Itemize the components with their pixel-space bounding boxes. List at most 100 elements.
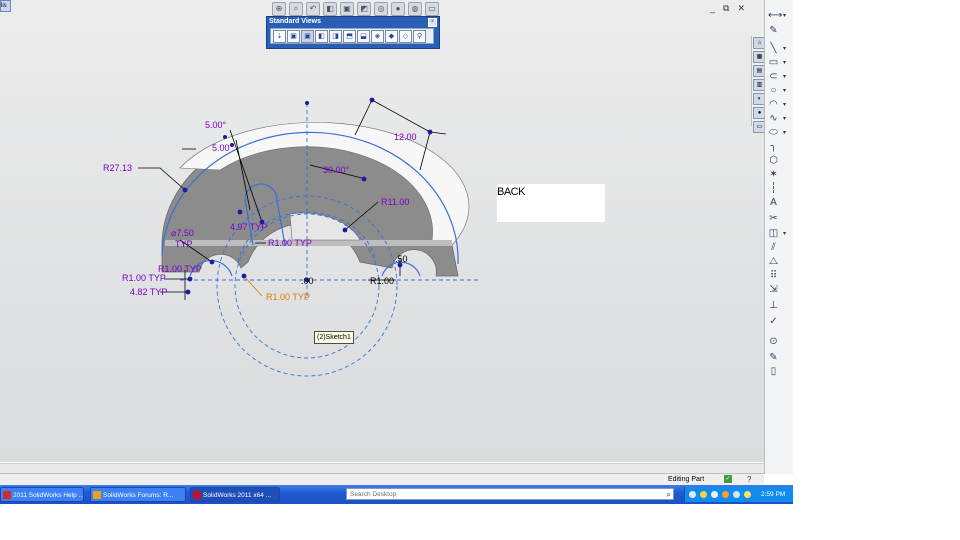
sketch-point <box>361 176 367 182</box>
app-icon <box>3 491 11 499</box>
right-icon[interactable]: ◨ <box>329 29 342 43</box>
fillet-icon[interactable]: ╮ <box>768 141 779 152</box>
dim-diameter-750: ⌀7.50 <box>171 228 194 238</box>
system-tray: 2:59 PM <box>684 487 793 502</box>
point-icon[interactable]: ✶ <box>768 169 779 180</box>
dropdown-arrow-icon[interactable]: ▾ <box>783 45 786 52</box>
dim-angle-30: 30.00° <box>323 165 350 175</box>
app-icon <box>93 491 101 499</box>
instant2d-icon[interactable]: ▯ <box>768 366 779 377</box>
bottom-icon[interactable]: ⬓ <box>357 29 370 43</box>
sketch-toolbar: ⟷ ✎ ╲ ▭ ⊂ ○ ◠ ∿ ⬭ ╮ ⬡ ✶ ┆ A ✂ ◫ ⫽ ⧍ ⠿ ⇲ … <box>764 0 793 474</box>
dim-radius-outer: R27.13 <box>103 163 132 173</box>
arc-icon[interactable]: ◠ <box>768 99 779 110</box>
normal-to-icon[interactable]: ⇣ <box>273 29 286 43</box>
sketch-point <box>427 129 433 135</box>
trim-icon[interactable]: ✂ <box>768 213 779 224</box>
volume-icon[interactable] <box>733 491 740 498</box>
help-icon[interactable]: ? <box>747 474 751 485</box>
status-text: Editing Part <box>668 476 705 483</box>
taskbar-button-help[interactable]: 2011 SolidWorks Help ... <box>0 487 84 502</box>
dim-radius-1-left2: R1.00 TYP <box>122 273 166 283</box>
dropdown-arrow-icon[interactable]: ▾ <box>783 230 786 237</box>
standard-views-panel: Standard Views × ⇣ ▣ ▣ ◧ ◨ ⬒ ⬓ ◈ ◆ ◇ ⚲ <box>266 16 440 49</box>
sketch-point <box>305 101 309 105</box>
status-bar: Editing Part ✓ ? <box>0 473 764 485</box>
repair-sketch-icon[interactable]: ✓ <box>768 316 779 327</box>
spline-icon[interactable]: ∿ <box>768 113 779 124</box>
slot-icon[interactable]: ⊂ <box>768 71 779 82</box>
left-icon[interactable]: ◧ <box>315 29 328 43</box>
dim-50: .50 <box>395 254 408 264</box>
smart-dimension-icon[interactable]: ⟷ <box>768 10 782 21</box>
relations-icon[interactable]: ⊥ <box>768 300 779 311</box>
dim-length-12: 12.00 <box>394 132 417 142</box>
trimetric-icon[interactable]: ◆ <box>385 29 398 43</box>
taskbar-button-solidworks[interactable]: SolidWorks 2011 x64 ... <box>190 487 280 502</box>
sketch-point <box>185 289 191 295</box>
sketch-point <box>241 273 247 279</box>
taskbar-button-forums[interactable]: SolidWorks Forums: R... <box>90 487 186 502</box>
view-name-text: BACK <box>497 186 525 198</box>
app-icon <box>193 491 201 499</box>
dropdown-arrow-icon[interactable]: ▾ <box>783 129 786 136</box>
dim-typ-482: 4.82 TYP <box>130 287 167 297</box>
dropdown-arrow-icon[interactable]: ▾ <box>783 101 786 108</box>
help-icon[interactable] <box>689 491 696 498</box>
dim-angle-mid: 5.00° <box>212 143 234 153</box>
security-icon[interactable] <box>711 491 718 498</box>
rapid-sketch-icon[interactable]: ✎ <box>768 352 779 363</box>
search-icon[interactable]: ⌕ <box>667 490 671 499</box>
solidworks-window: lis ⊕ ⌕ ↶ ◧ ▣ ◩ ◎ ● ◍ ▭ _ ⧉ ✕ 5.00° 5.00… <box>0 0 793 504</box>
sketch-point <box>237 209 243 215</box>
isometric-icon[interactable]: ◈ <box>371 29 384 43</box>
convert-entities-icon[interactable]: ◫ <box>768 228 779 239</box>
dim-12-line <box>371 99 431 133</box>
dropdown-arrow-icon[interactable]: ▾ <box>783 87 786 94</box>
dropdown-arrow-icon[interactable]: ▾ <box>783 115 786 122</box>
circle-icon[interactable]: ○ <box>768 85 779 96</box>
dropdown-arrow-icon[interactable]: ▾ <box>783 73 786 80</box>
offset-icon[interactable]: ⫽ <box>768 242 779 253</box>
update-icon[interactable] <box>722 491 729 498</box>
ellipse-icon[interactable]: ⬭ <box>768 127 779 138</box>
sketch-point <box>342 227 348 233</box>
text-icon[interactable]: A <box>768 197 779 208</box>
status-edit-icon[interactable]: ✓ <box>724 475 732 483</box>
move-entities-icon[interactable]: ⇲ <box>768 284 779 295</box>
sketch-canvas[interactable]: 5.00° 5.00° R27.13 12.00 30.00° R11.00 4… <box>0 0 764 462</box>
view-name-label: BACK <box>497 184 605 222</box>
clock[interactable]: 2:59 PM <box>761 487 785 502</box>
dim-radius-1-orange: R1.00 TYP <box>266 292 310 302</box>
dimetric-icon[interactable]: ◇ <box>399 29 412 43</box>
dropdown-arrow-icon[interactable]: ▾ <box>783 59 786 66</box>
polygon-icon[interactable]: ⬡ <box>768 155 779 166</box>
r1-orange-leader <box>243 275 263 297</box>
graphics-area[interactable]: lis ⊕ ⌕ ↶ ◧ ▣ ◩ ◎ ● ◍ ▭ _ ⧉ ✕ 5.00° 5.00… <box>0 0 766 462</box>
network-icon[interactable] <box>700 491 707 498</box>
standard-views-title: Standard Views <box>269 18 322 25</box>
back-icon[interactable]: ▣ <box>301 29 314 43</box>
dropdown-arrow-icon[interactable]: ▾ <box>783 12 786 19</box>
standard-views-close-button[interactable]: × <box>428 18 437 27</box>
top-icon[interactable]: ⬒ <box>343 29 356 43</box>
rectangle-icon[interactable]: ▭ <box>768 57 779 68</box>
horizontal-scrollbar[interactable] <box>0 463 764 473</box>
linear-pattern-icon[interactable]: ⠿ <box>768 270 779 281</box>
dim-typ-497: 4.97 TYP <box>230 222 267 232</box>
dim-radius-1-center: R1.00 TYP <box>268 238 312 248</box>
quick-snaps-icon[interactable]: ⊙ <box>768 336 779 347</box>
line-icon[interactable]: ╲ <box>768 43 779 54</box>
front-icon[interactable]: ▣ <box>287 29 300 43</box>
sketch-icon[interactable]: ✎ <box>768 25 779 36</box>
centerline-icon[interactable]: ┆ <box>768 183 779 194</box>
task-pane-tabs: ⌂ ▦ ▤ ▥ ◐ ● ▭ <box>751 36 766 133</box>
notification-icon[interactable] <box>744 491 751 498</box>
sketch-point <box>223 135 227 139</box>
mirror-icon[interactable]: ⧍ <box>768 256 779 267</box>
desktop-search-input[interactable]: Search Desktop ⌕ <box>346 488 674 500</box>
link-view-icon[interactable]: ⚲ <box>413 29 426 43</box>
dim-radius-1-bottom: R1.00 <box>370 276 394 286</box>
sketch-point <box>369 97 375 103</box>
r27-leader <box>138 167 186 191</box>
